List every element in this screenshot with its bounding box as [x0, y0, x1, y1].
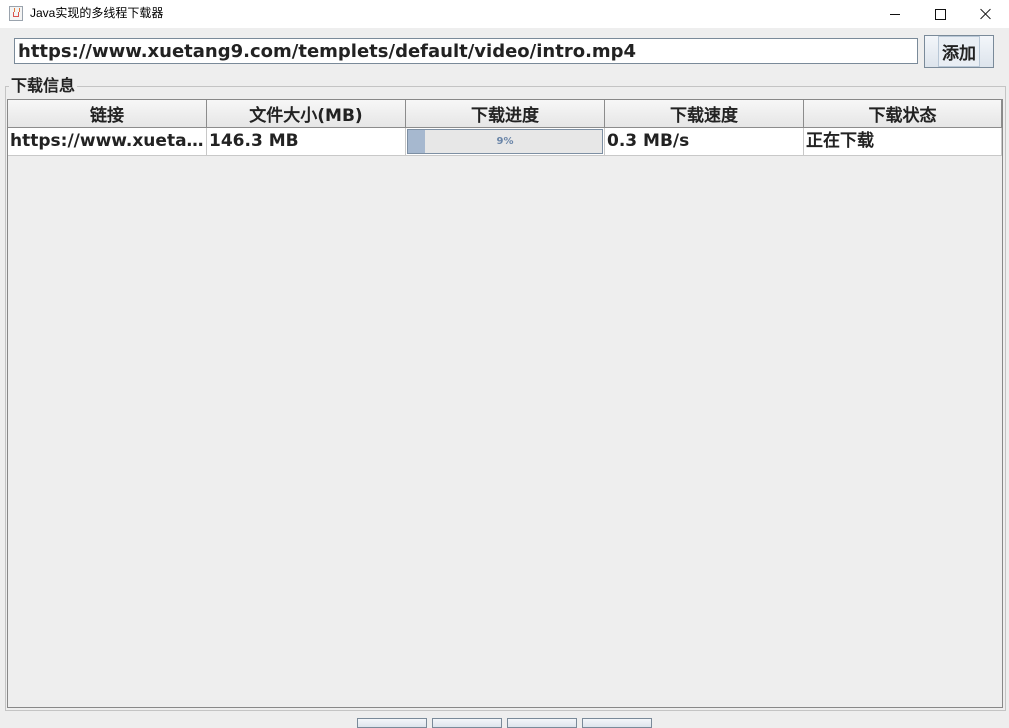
close-icon [980, 8, 992, 20]
cell-link[interactable]: https://www.xuetang9.com/templets/defaul… [8, 128, 207, 156]
download-table[interactable]: 链接 文件大小(MB) 下载进度 下载速度 下载状态 https://www.x… [7, 99, 1003, 708]
column-header-status[interactable]: 下载状态 [804, 100, 1002, 128]
progress-label: 9% [496, 136, 514, 147]
cell-size[interactable]: 146.3 MB [207, 128, 406, 156]
cell-progress[interactable]: 9% [406, 128, 605, 156]
table-header: 链接 文件大小(MB) 下载进度 下载速度 下载状态 [8, 100, 1002, 128]
bottom-button-2[interactable] [432, 718, 502, 728]
window-title: Java实现的多线程下载器 [30, 6, 164, 20]
bottom-button-4[interactable] [582, 718, 652, 728]
minimize-icon [890, 13, 900, 15]
java-app-icon [9, 6, 23, 21]
title-bar: Java实现的多线程下载器 [0, 0, 1009, 28]
cell-speed[interactable]: 0.3 MB/s [605, 128, 804, 156]
cell-status[interactable]: 正在下载 [804, 128, 1002, 156]
close-button[interactable] [963, 0, 1009, 28]
progress-bar: 9% [407, 129, 603, 154]
table-row[interactable]: https://www.xuetang9.com/templets/defaul… [8, 128, 1002, 156]
bottom-button-1[interactable] [357, 718, 427, 728]
maximize-button[interactable] [917, 0, 963, 28]
add-button[interactable]: 添加 [924, 35, 994, 68]
url-input[interactable] [14, 38, 918, 64]
column-header-size[interactable]: 文件大小(MB) [207, 100, 406, 128]
column-header-progress[interactable]: 下载进度 [406, 100, 605, 128]
add-button-label: 添加 [938, 36, 980, 67]
maximize-icon [934, 8, 946, 20]
minimize-button[interactable] [872, 0, 918, 28]
column-header-speed[interactable]: 下载速度 [605, 100, 804, 128]
panel-title: 下载信息 [9, 76, 78, 96]
column-header-link[interactable]: 链接 [8, 100, 207, 128]
bottom-button-3[interactable] [507, 718, 577, 728]
